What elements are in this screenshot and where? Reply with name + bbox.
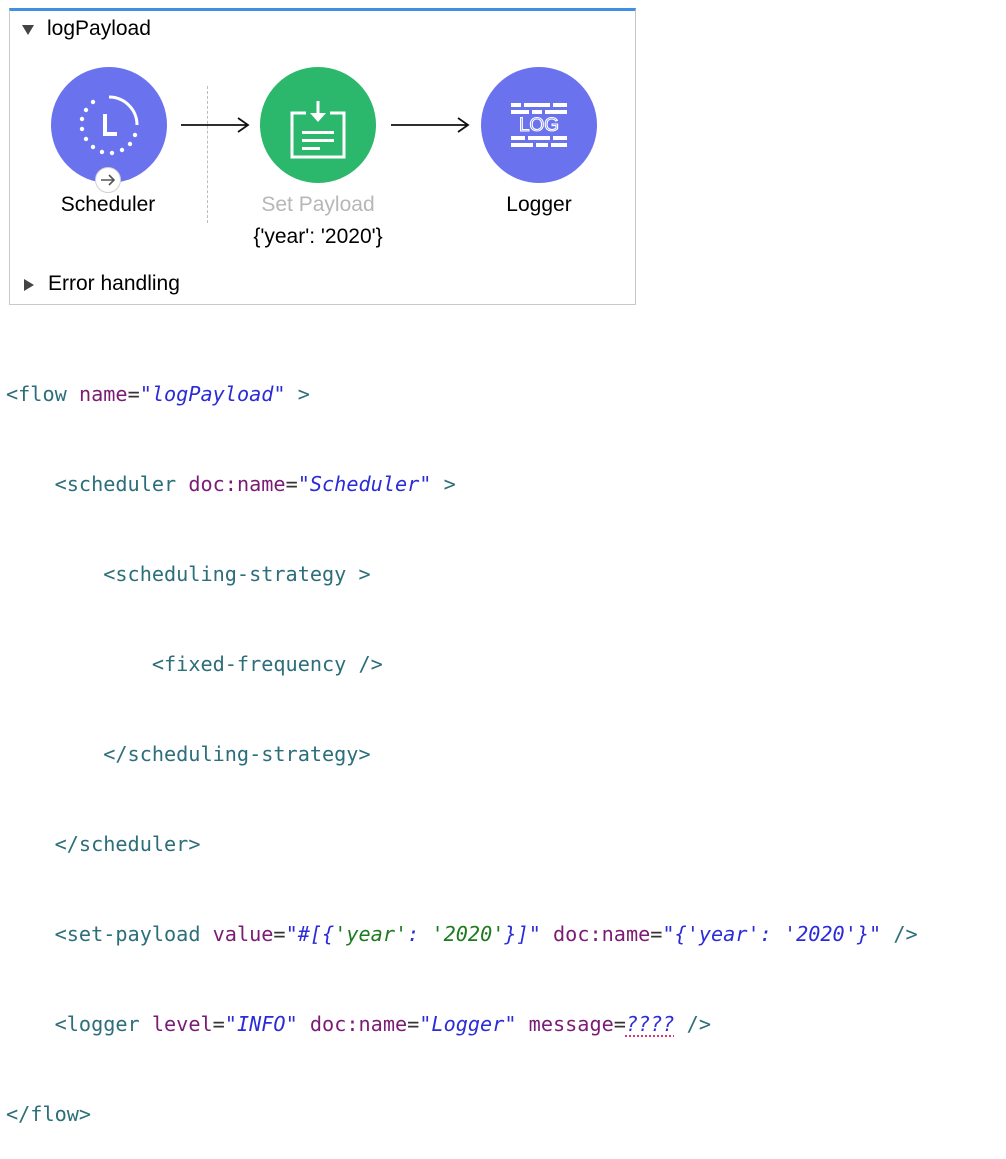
- code-line: <fixed-frequency />: [151, 652, 383, 676]
- flow-header[interactable]: logPayload: [22, 17, 151, 41]
- set-payload-icon: [290, 101, 346, 159]
- arrow-right-icon: [391, 117, 470, 133]
- code-line: <logger level="INFO" doc:name="Logger" m…: [54, 1012, 711, 1036]
- code-line: <scheduler doc:name="Scheduler" >: [54, 472, 456, 496]
- code-line: </flow>: [6, 1102, 92, 1126]
- code-line: <scheduling-strategy >: [103, 562, 371, 586]
- set-payload-label: Set Payload: [261, 193, 375, 216]
- logger-label: Logger: [506, 193, 572, 216]
- code-line: <set-payload value="#[{'year': '2020'}]"…: [54, 922, 918, 946]
- xml-code-editor[interactable]: <flow name="logPayload" > <scheduler doc…: [6, 319, 918, 1159]
- scheduler-node[interactable]: [51, 67, 167, 183]
- error-underlined-value: ????: [625, 1012, 675, 1036]
- arrow-right-icon: [181, 117, 250, 133]
- code-line: </scheduling-strategy>: [103, 742, 371, 766]
- collapse-triangle-icon[interactable]: [22, 25, 34, 35]
- source-badge: [95, 167, 121, 193]
- log-icon: LOG: [511, 103, 567, 147]
- logger-node[interactable]: LOG: [481, 67, 597, 183]
- scheduler-label: Scheduler: [60, 193, 156, 216]
- code-line: </scheduler>: [54, 832, 201, 856]
- set-payload-sublabel: {'year': '2020'}: [253, 225, 383, 248]
- expand-triangle-icon[interactable]: [24, 278, 34, 291]
- error-handling-row[interactable]: Error handling: [24, 272, 180, 296]
- flow-panel: logPayload Scheduler Set Payload {'year'…: [9, 8, 636, 305]
- clock-icon: [79, 95, 139, 156]
- flow-title: logPayload: [47, 17, 151, 40]
- error-handling-label: Error handling: [48, 272, 180, 295]
- source-divider: [207, 86, 208, 223]
- set-payload-node[interactable]: [260, 67, 376, 183]
- arrow-right-icon: [101, 174, 116, 186]
- code-line: <flow name="logPayload" >: [6, 382, 310, 406]
- log-icon-text: LOG: [519, 115, 559, 136]
